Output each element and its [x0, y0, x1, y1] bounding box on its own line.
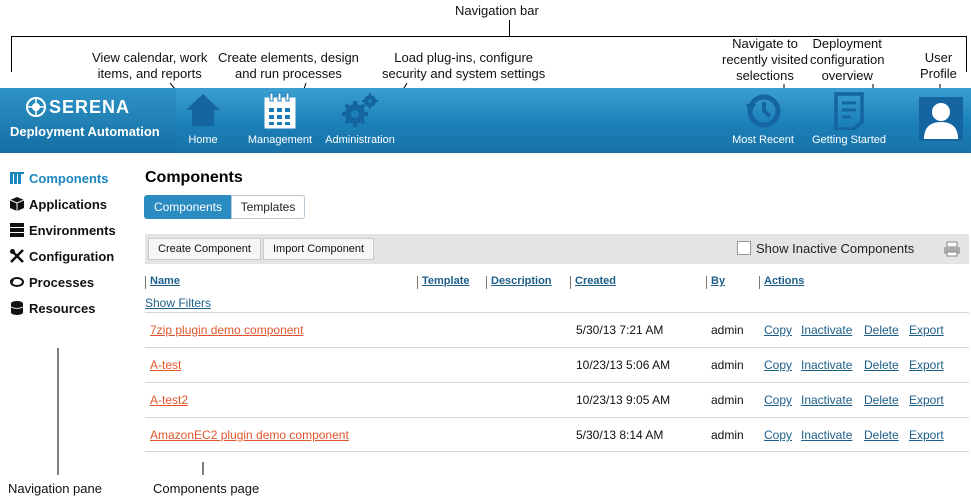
- toolbar: Create Component Import Component Show I…: [145, 234, 969, 264]
- created-by: admin: [711, 358, 744, 372]
- user-avatar-icon: [924, 103, 958, 139]
- gears-icon: [342, 93, 378, 127]
- export-link[interactable]: Export: [909, 358, 944, 372]
- component-name-link[interactable]: A-test2: [150, 393, 188, 407]
- database-icon: [10, 301, 24, 315]
- sidebar-item-environments[interactable]: Environments: [10, 221, 116, 239]
- nav-most-recent[interactable]: Most Recent: [730, 88, 796, 153]
- column-header-description[interactable]: Description: [491, 275, 552, 287]
- column-header-template[interactable]: Template: [422, 275, 469, 287]
- calendar-icon: [264, 92, 296, 129]
- server-icon: [10, 223, 24, 237]
- column-header-created[interactable]: Created: [575, 275, 616, 287]
- column-separator: [486, 276, 487, 289]
- nav-administration[interactable]: Administration: [324, 88, 396, 153]
- copy-link[interactable]: Copy: [764, 358, 792, 372]
- export-link[interactable]: Export: [909, 323, 944, 337]
- table-row: A-test2 10/23/13 9:05 AM admin Copy Inac…: [145, 382, 969, 417]
- delete-link[interactable]: Delete: [864, 428, 899, 442]
- brand-name: SERENA: [49, 97, 131, 117]
- copy-link[interactable]: Copy: [764, 393, 792, 407]
- created-date: 5/30/13 8:14 AM: [576, 428, 664, 442]
- inactivate-link[interactable]: Inactivate: [801, 323, 852, 337]
- printer-icon[interactable]: [943, 241, 961, 257]
- show-inactive-label: Show Inactive Components: [756, 241, 915, 256]
- history-icon: [746, 94, 781, 128]
- annotation-navigation-bar: Navigation bar: [455, 3, 539, 18]
- sidebar-item-applications[interactable]: Applications: [10, 195, 107, 213]
- column-separator: [145, 276, 146, 289]
- created-date: 10/23/13 9:05 AM: [576, 393, 671, 407]
- home-icon: [186, 94, 220, 126]
- delete-link[interactable]: Delete: [864, 358, 899, 372]
- created-date: 5/30/13 7:21 AM: [576, 323, 664, 337]
- annotation-line: [509, 20, 510, 37]
- table-row: AmazonEC2 plugin demo component 5/30/13 …: [145, 417, 969, 452]
- created-by: admin: [711, 428, 744, 442]
- tab-components[interactable]: Components: [144, 195, 232, 219]
- created-date: 10/23/13 5:06 AM: [576, 358, 671, 372]
- annotation-line: [11, 36, 12, 72]
- annotation-most-recent: Navigate to recently visited selections: [722, 36, 808, 83]
- brand-area: SERENA Deployment Automation: [0, 88, 176, 153]
- serena-logo-icon: [26, 97, 46, 117]
- component-name-link[interactable]: 7zip plugin demo component: [150, 323, 303, 337]
- created-by: admin: [711, 393, 744, 407]
- annotation-administration: Load plug-ins, configure security and sy…: [382, 50, 546, 81]
- column-header-actions: Actions: [764, 275, 805, 287]
- nav-home[interactable]: Home: [180, 88, 226, 153]
- copy-link[interactable]: Copy: [764, 323, 792, 337]
- column-header-by[interactable]: By: [711, 275, 725, 287]
- show-filters-link[interactable]: Show Filters: [145, 296, 211, 310]
- annotation-getting-started: Deployment configuration overview: [810, 36, 885, 83]
- column-separator: [417, 276, 418, 289]
- component-name-link[interactable]: A-test: [150, 358, 181, 372]
- table-row: A-test 10/23/13 5:06 AM admin Copy Inact…: [145, 347, 969, 382]
- sidebar-item-resources[interactable]: Resources: [10, 299, 95, 317]
- nav-getting-started[interactable]: Getting Started: [810, 88, 888, 153]
- user-profile-button[interactable]: [919, 97, 963, 141]
- sidebar-item-components[interactable]: Components: [10, 169, 108, 187]
- component-name-link[interactable]: AmazonEC2 plugin demo component: [150, 428, 349, 442]
- annotation-management: Create elements, design and run processe…: [218, 50, 359, 81]
- sidebar-item-processes[interactable]: Processes: [10, 273, 94, 291]
- annotation-user-profile: User Profile: [920, 50, 957, 81]
- annotation-navigation-pane: Navigation pane: [8, 481, 102, 496]
- tools-icon: [10, 249, 24, 263]
- column-separator: [570, 276, 571, 289]
- delete-link[interactable]: Delete: [864, 393, 899, 407]
- create-component-button[interactable]: Create Component: [148, 238, 261, 260]
- annotation-line: [966, 36, 967, 72]
- page-title: Components: [145, 169, 243, 186]
- delete-link[interactable]: Delete: [864, 323, 899, 337]
- export-link[interactable]: Export: [909, 393, 944, 407]
- process-icon: [10, 277, 24, 287]
- navigation-bar: SERENA Deployment Automation Home Manage…: [0, 88, 971, 153]
- annotation-components-page: Components page: [153, 481, 260, 496]
- document-icon: [834, 92, 864, 130]
- table-row: 7zip plugin demo component 5/30/13 7:21 …: [145, 312, 969, 347]
- column-separator: [759, 276, 760, 289]
- annotation-calendar: View calendar, work items, and reports: [92, 50, 208, 81]
- column-separator: [706, 276, 707, 289]
- created-by: admin: [711, 323, 744, 337]
- nav-management[interactable]: Management: [244, 88, 316, 153]
- components-icon: [10, 171, 24, 184]
- copy-link[interactable]: Copy: [764, 428, 792, 442]
- tab-templates[interactable]: Templates: [231, 195, 305, 219]
- export-link[interactable]: Export: [909, 428, 944, 442]
- inactivate-link[interactable]: Inactivate: [801, 393, 852, 407]
- inactivate-link[interactable]: Inactivate: [801, 428, 852, 442]
- show-inactive-checkbox[interactable]: [737, 241, 751, 255]
- import-component-button[interactable]: Import Component: [263, 238, 375, 260]
- product-name: Deployment Automation: [10, 124, 160, 139]
- sidebar-item-configuration[interactable]: Configuration: [10, 247, 114, 265]
- column-header-name[interactable]: Name: [150, 275, 180, 287]
- cube-icon: [10, 197, 24, 211]
- inactivate-link[interactable]: Inactivate: [801, 358, 852, 372]
